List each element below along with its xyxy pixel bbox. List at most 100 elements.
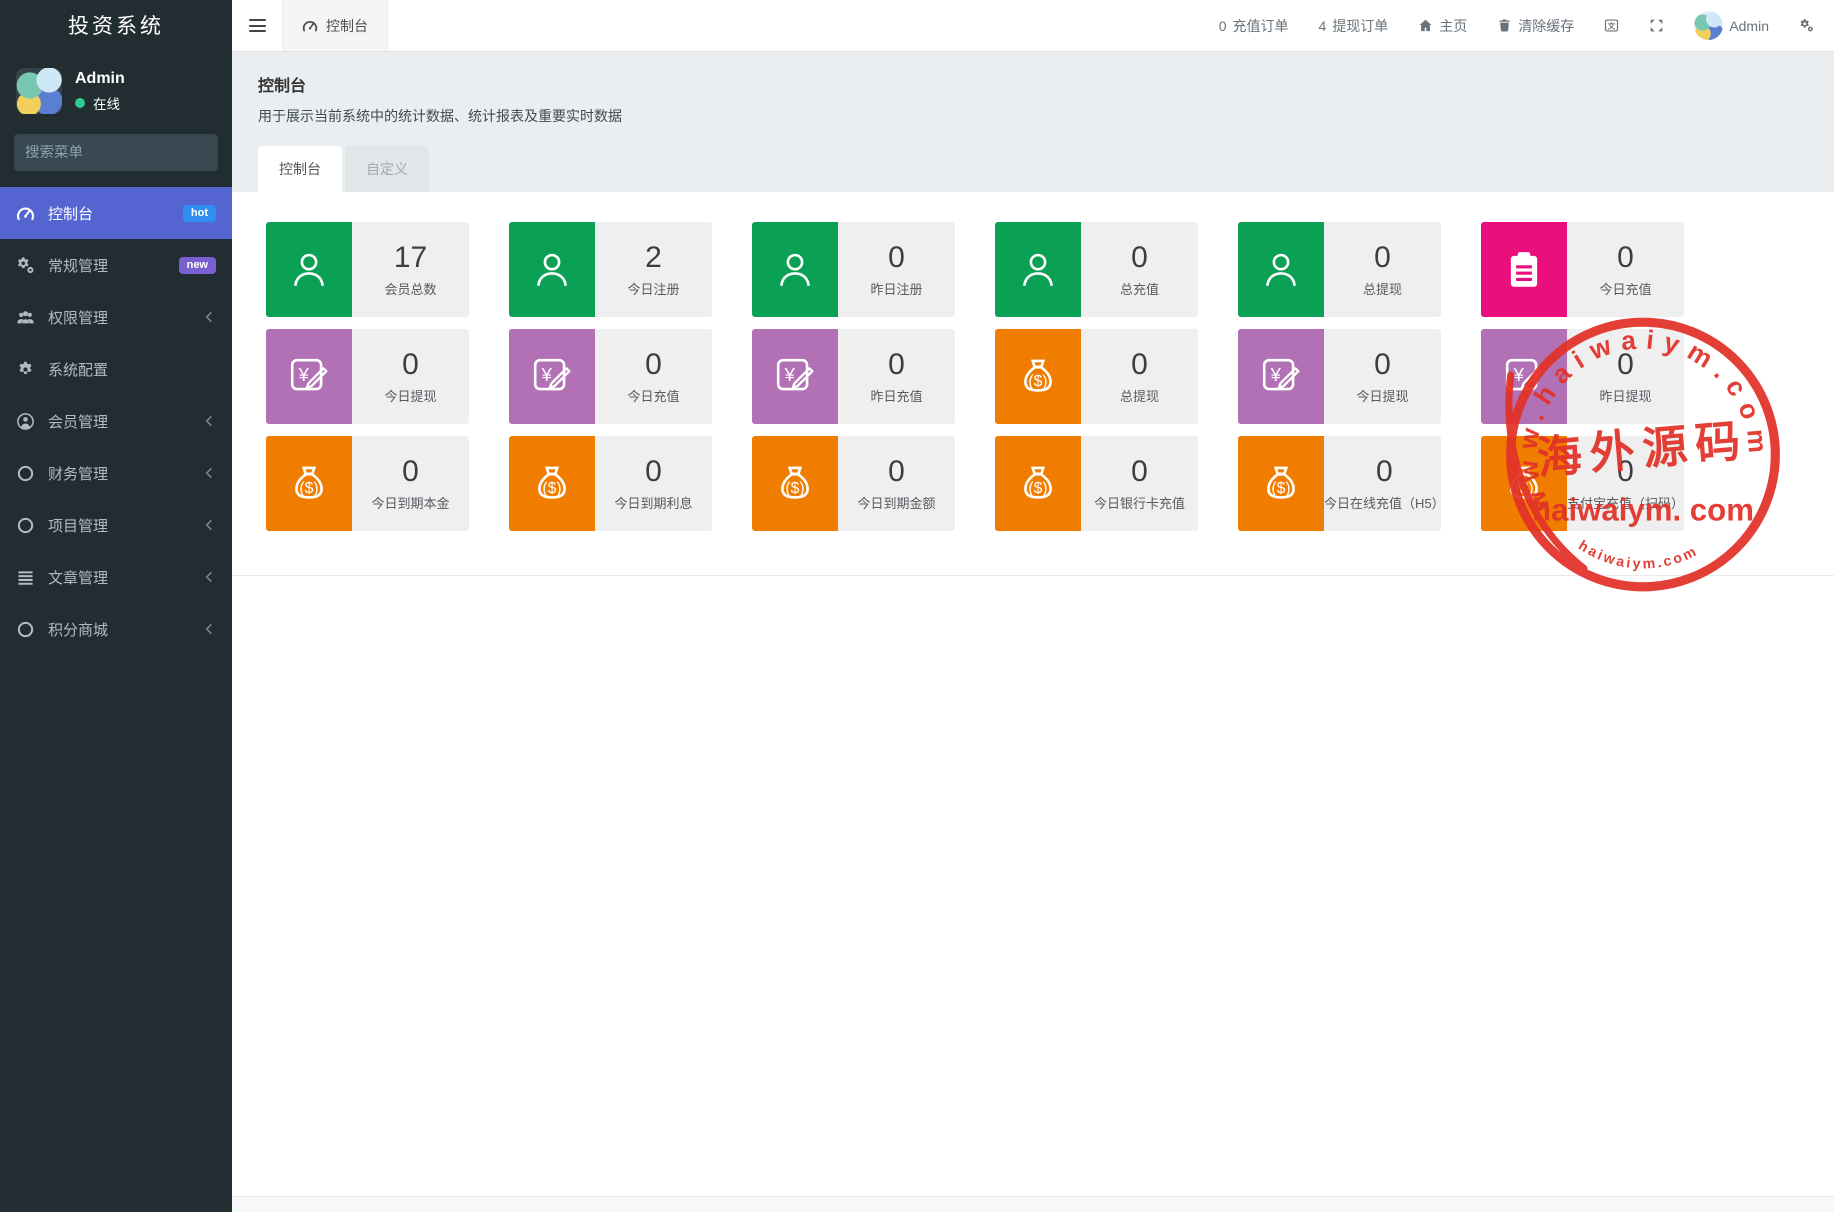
stat-card: 2 今日注册 [509, 222, 712, 317]
sidebar-item-finance[interactable]: 财务管理 [0, 447, 232, 499]
search-input[interactable] [25, 145, 212, 161]
money-bag-icon [531, 463, 573, 505]
menu-item-label: 常规管理 [48, 255, 108, 276]
users-icon [16, 308, 35, 327]
stat-card-icon-box [1238, 329, 1324, 424]
stat-card-icon-box [995, 436, 1081, 531]
sidebar-item-projects[interactable]: 项目管理 [0, 499, 232, 551]
recharge-orders-link[interactable]: 0 充值订单 [1219, 16, 1289, 36]
yen-edit-icon [1260, 356, 1302, 398]
home-link[interactable]: 主页 [1418, 16, 1467, 36]
page-description: 用于展示当前系统中的统计数据、统计报表及重要实时数据 [258, 106, 1808, 126]
stats-panel: 17 会员总数 2 今日注册 [232, 192, 1834, 576]
stat-card: 0 总提现 [1238, 222, 1441, 317]
gears-icon [1799, 18, 1814, 33]
stat-card: 0 支付宝充值（扫码） [1481, 436, 1684, 531]
sidebar-item-system-config[interactable]: 系统配置 [0, 343, 232, 395]
stat-label: 今日到期利息 [614, 493, 692, 512]
sidebar: 投资系统 Admin 在线 控制台 hot [0, 0, 232, 1212]
stat-card-icon-box [752, 436, 838, 531]
circle-icon [16, 620, 35, 639]
fullscreen-icon [1649, 18, 1664, 33]
sidebar-item-dashboard[interactable]: 控制台 hot [0, 187, 232, 239]
sidebar-item-permissions[interactable]: 权限管理 [0, 291, 232, 343]
sidebar-item-members[interactable]: 会员管理 [0, 395, 232, 447]
stat-label: 今日到期金额 [857, 493, 935, 512]
language-button[interactable] [1604, 18, 1619, 33]
yen-edit-icon [774, 356, 816, 398]
stat-value: 0 [402, 455, 419, 489]
stat-card-icon-box [509, 222, 595, 317]
chevron-left-icon [202, 570, 216, 584]
menu-item-badge: hot [183, 205, 216, 222]
gears-icon [16, 256, 35, 275]
money-bag-icon [1017, 463, 1059, 505]
stat-card: 0 今日提现 [266, 329, 469, 424]
fullscreen-button[interactable] [1649, 18, 1664, 33]
stat-card-icon-box [752, 222, 838, 317]
recharge-orders-count: 0 [1219, 18, 1227, 34]
home-icon [1418, 18, 1433, 33]
stat-card-icon-box [1481, 222, 1567, 317]
settings-button[interactable] [1799, 18, 1814, 33]
stat-value: 0 [402, 348, 419, 382]
stat-label: 总提现 [1363, 279, 1402, 298]
yen-edit-icon [531, 356, 573, 398]
page-title: 控制台 [258, 72, 1808, 96]
top-navbar: 控制台 0 充值订单 4 提现订单 主页 清除缓存 [232, 0, 1834, 52]
tab-custom[interactable]: 自定义 [345, 146, 429, 192]
money-bag-icon [288, 463, 330, 505]
sidebar-item-general[interactable]: 常规管理 new [0, 239, 232, 291]
person-icon [1260, 249, 1302, 291]
money-bag-icon [1503, 463, 1545, 505]
withdraw-orders-count: 4 [1319, 18, 1327, 34]
translate-icon [1604, 18, 1619, 33]
menu-item-label: 积分商城 [48, 619, 108, 640]
menu-item-badge: new [179, 257, 216, 274]
avatar [16, 68, 62, 114]
sidebar-toggle-button[interactable] [232, 0, 282, 51]
stat-card: 0 今日到期本金 [266, 436, 469, 531]
navbar-tab-dashboard[interactable]: 控制台 [282, 0, 388, 51]
page-header: 控制台 用于展示当前系统中的统计数据、统计报表及重要实时数据 控制台 自定义 [232, 52, 1834, 192]
stat-card-icon-box [1238, 436, 1324, 531]
clear-cache-link[interactable]: 清除缓存 [1497, 16, 1574, 36]
stat-card-icon-box [266, 436, 352, 531]
recharge-orders-label: 充值订单 [1233, 16, 1289, 36]
stat-card-icon-box [1481, 329, 1567, 424]
stat-value: 0 [888, 455, 905, 489]
menu-item-label: 权限管理 [48, 307, 108, 328]
stat-card: 0 今日银行卡充值 [995, 436, 1198, 531]
stat-label: 今日在线充值（H5） [1324, 493, 1441, 512]
stat-value: 0 [1131, 348, 1148, 382]
stat-value: 0 [1131, 241, 1148, 275]
admin-user-menu[interactable]: Admin [1694, 11, 1769, 40]
sidebar-item-points-mall[interactable]: 积分商城 [0, 603, 232, 655]
yen-edit-icon [1503, 356, 1545, 398]
withdraw-orders-link[interactable]: 4 提现订单 [1319, 16, 1389, 36]
sidebar-item-articles[interactable]: 文章管理 [0, 551, 232, 603]
list-icon [16, 568, 35, 587]
sidebar-menu: 控制台 hot 常规管理 new 权限管理 [0, 187, 232, 655]
chevron-left-icon [202, 310, 216, 324]
dashboard-icon [302, 18, 318, 34]
stat-label: 今日银行卡充值 [1094, 493, 1185, 512]
stat-label: 昨日注册 [870, 279, 922, 298]
app-logo[interactable]: 投资系统 [0, 0, 232, 54]
stat-value: 0 [888, 348, 905, 382]
stat-card-icon-box [1238, 222, 1324, 317]
stat-label: 今日提现 [1356, 386, 1408, 405]
stat-label: 支付宝充值（扫码） [1567, 493, 1684, 512]
user-status: 在线 [93, 93, 120, 113]
trash-icon [1497, 18, 1512, 33]
stat-card: 0 今日充值 [1481, 222, 1684, 317]
stat-value: 0 [888, 241, 905, 275]
tab-dashboard[interactable]: 控制台 [258, 146, 342, 192]
money-bag-icon [774, 463, 816, 505]
content-filler [232, 576, 1834, 1196]
stat-card-icon-box [1481, 436, 1567, 531]
stat-value: 0 [1376, 455, 1393, 489]
stat-label: 昨日充值 [870, 386, 922, 405]
money-bag-icon [1017, 356, 1059, 398]
stat-label: 今日到期本金 [371, 493, 449, 512]
